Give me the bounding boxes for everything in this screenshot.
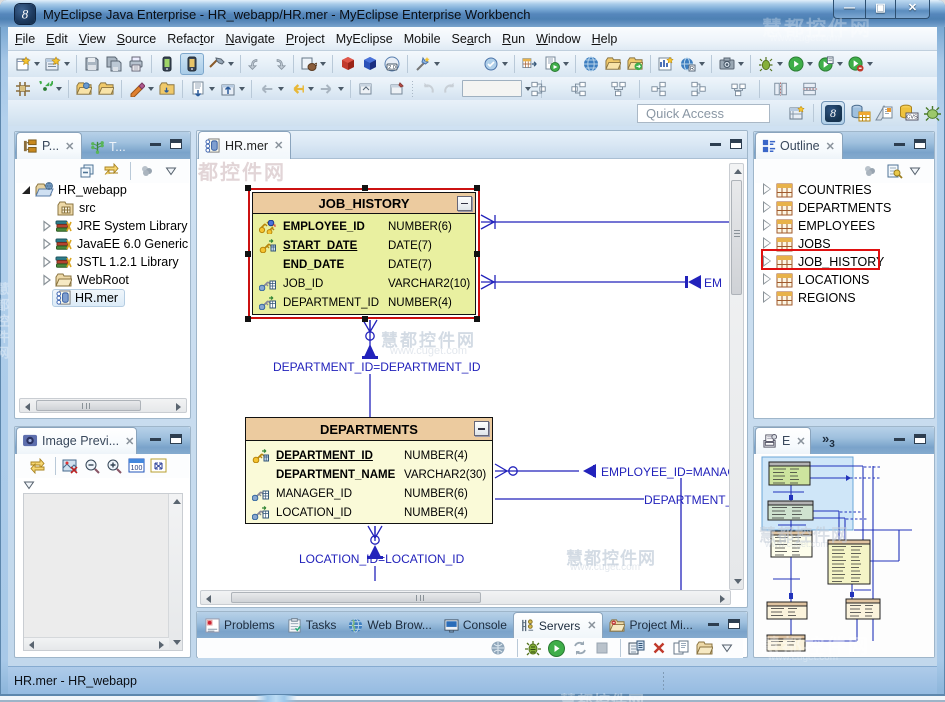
svg-text:2.0: 2.0: [388, 65, 396, 71]
svg-text:R: R: [690, 66, 694, 72]
svg-text:CVS: CVS: [906, 115, 918, 121]
svg-text:8: 8: [22, 7, 29, 22]
svg-text:EMPLOYEE_ID=MANAG: EMPLOYEE_ID=MANAG: [601, 465, 731, 479]
svg-text:DEPARTMENT_I: DEPARTMENT_I: [644, 493, 731, 507]
svg-text:EM: EM: [704, 276, 722, 290]
svg-text:100: 100: [131, 465, 143, 472]
svg-text:LOCATION_ID=LOCATION_ID: LOCATION_ID=LOCATION_ID: [299, 552, 465, 566]
svg-text:DEPARTMENT_ID=DEPARTMENT_ID: DEPARTMENT_ID=DEPARTMENT_ID: [273, 360, 481, 374]
